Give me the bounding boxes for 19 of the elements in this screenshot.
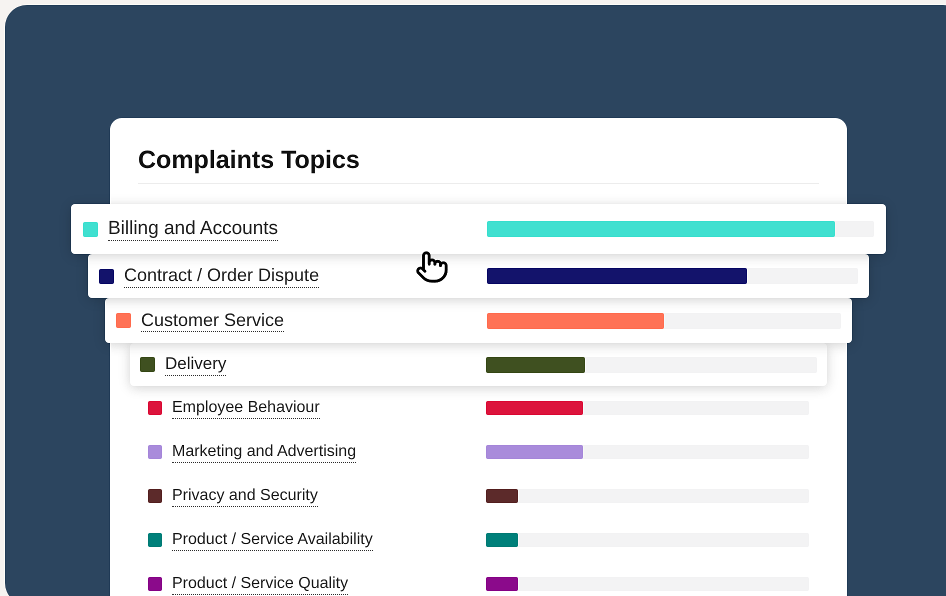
- topic-label: Marketing and Advertising: [172, 442, 356, 462]
- topic-label: Delivery: [165, 353, 226, 376]
- card-title: Complaints Topics: [138, 145, 361, 176]
- topic-row[interactable]: Privacy and Security: [138, 474, 819, 518]
- topic-row-card[interactable]: Billing and Accounts: [71, 204, 886, 254]
- topic-label: Customer Service: [141, 308, 284, 332]
- topic-row[interactable]: Product / Service Availability: [138, 518, 819, 562]
- topic-row-card[interactable]: Delivery: [130, 343, 827, 386]
- topic-row[interactable]: Employee Behaviour: [138, 386, 819, 430]
- topic-label: Privacy and Security: [172, 486, 318, 506]
- topic-row-card[interactable]: Contract / Order Dispute: [88, 254, 869, 298]
- topic-label: Employee Behaviour: [172, 398, 320, 418]
- topic-label: Product / Service Quality: [172, 574, 348, 594]
- topic-label: Contract / Order Dispute: [124, 264, 320, 288]
- topic-row[interactable]: Marketing and Advertising: [138, 430, 819, 474]
- topic-row[interactable]: Product / Service Quality: [138, 562, 819, 596]
- topic-label: Product / Service Availability: [172, 530, 373, 550]
- topic-label: Billing and Accounts: [108, 216, 278, 242]
- topic-row-card[interactable]: Customer Service: [105, 298, 852, 343]
